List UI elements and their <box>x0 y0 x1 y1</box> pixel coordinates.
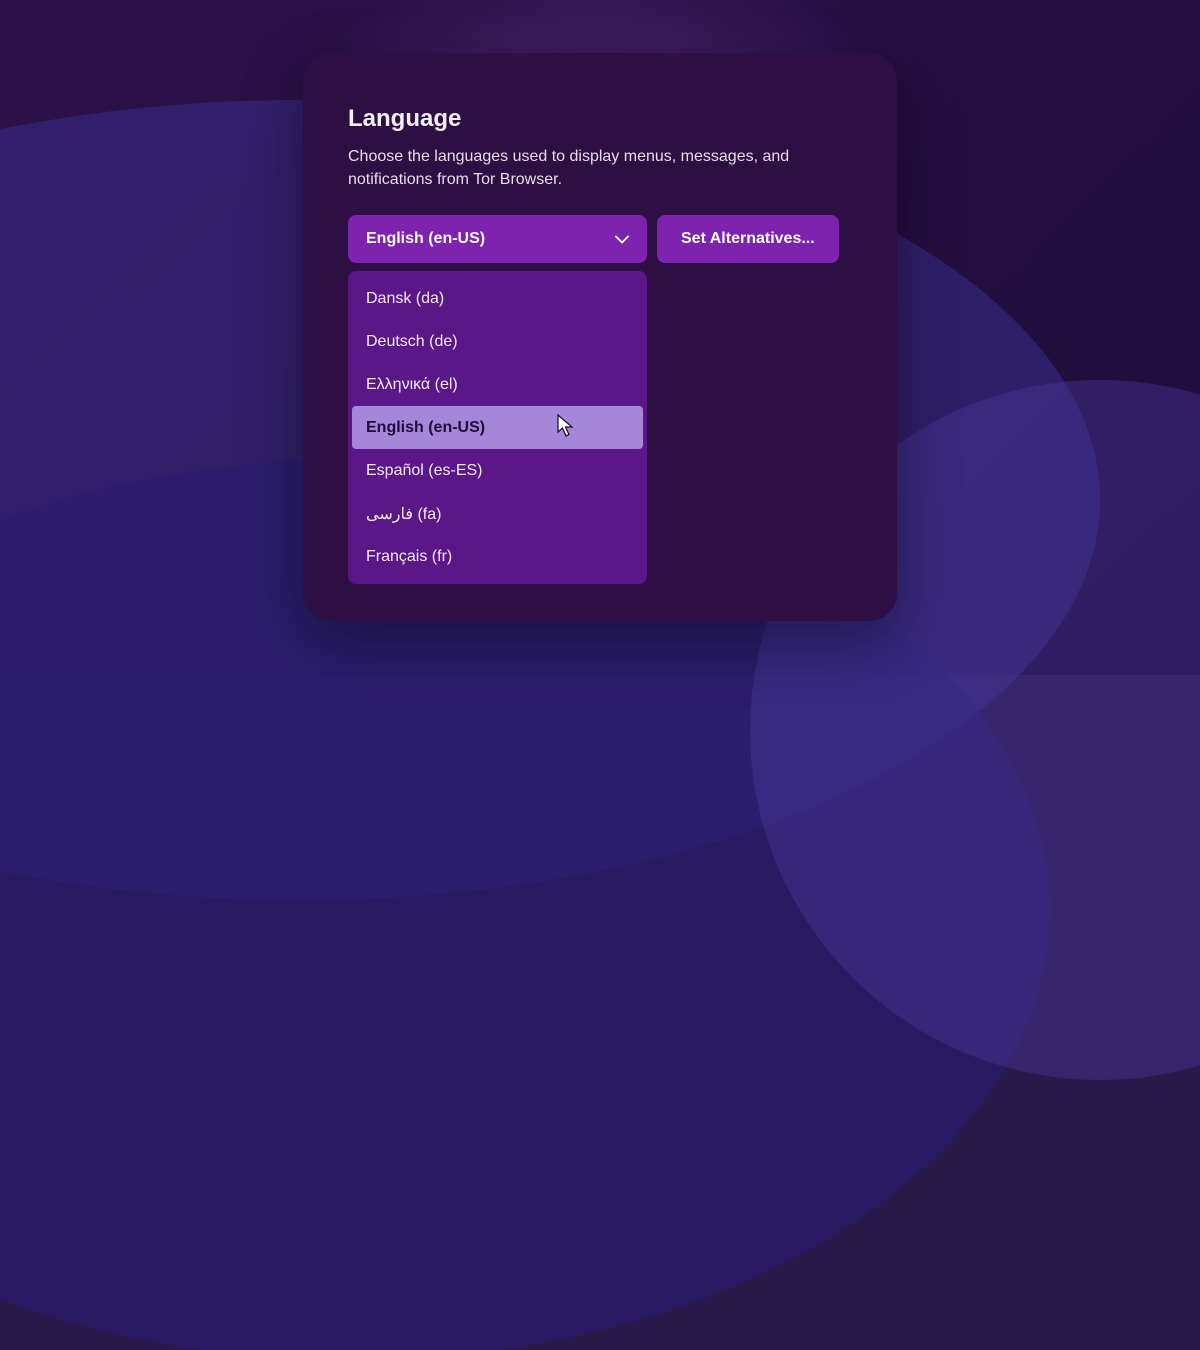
language-option-spanish[interactable]: Español (es-ES) <box>352 449 643 492</box>
set-alternatives-button[interactable]: Set Alternatives... <box>657 215 839 263</box>
language-dropdown-menu: Dansk (da) Deutsch (de) Ελληνικά (el) En… <box>348 271 647 584</box>
controls-row: English (en-US) Set Alternatives... <box>348 215 852 263</box>
language-option-deutsch[interactable]: Deutsch (de) <box>352 320 643 363</box>
language-option-greek[interactable]: Ελληνικά (el) <box>352 363 643 406</box>
panel-title: Language <box>348 105 852 133</box>
option-label: Ελληνικά (el) <box>366 376 458 394</box>
set-alternatives-label: Set Alternatives... <box>681 230 815 248</box>
option-label: Dansk (da) <box>366 290 444 308</box>
panel-description: Choose the languages used to display men… <box>348 145 818 191</box>
option-label: Français (fr) <box>366 548 452 566</box>
language-option-farsi[interactable]: فارسی (fa) <box>352 492 643 535</box>
chevron-down-icon <box>615 232 629 246</box>
dropdown-selected-label: English (en-US) <box>366 230 485 248</box>
option-label: Deutsch (de) <box>366 333 458 351</box>
language-dropdown-button[interactable]: English (en-US) <box>348 215 647 263</box>
language-settings-panel: Language Choose the languages used to di… <box>303 53 897 621</box>
option-label: Español (es-ES) <box>366 462 483 480</box>
language-option-francais[interactable]: Français (fr) <box>352 535 643 578</box>
language-option-dansk[interactable]: Dansk (da) <box>352 277 643 320</box>
language-option-english[interactable]: English (en-US) <box>352 406 643 449</box>
option-label: فارسی (fa) <box>366 504 441 524</box>
option-label: English (en-US) <box>366 419 485 437</box>
